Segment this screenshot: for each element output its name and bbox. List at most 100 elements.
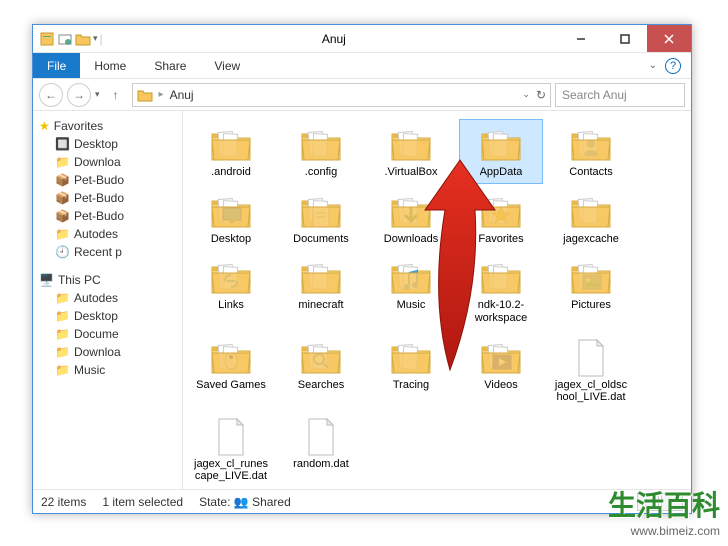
folder-item[interactable]: Desktop [189, 186, 273, 251]
folder-item[interactable]: ndk-10.2-workspace [459, 252, 543, 329]
folder-item[interactable]: minecraft [279, 252, 363, 329]
folder-icon [387, 337, 435, 379]
ribbon-expand-icon[interactable]: ⌄ [649, 60, 657, 71]
breadcrumb[interactable]: Anuj [170, 88, 194, 102]
file-tab[interactable]: File [33, 53, 80, 78]
navigation-pane[interactable]: ★ Favorites 🔲Desktop 📁Downloa 📦Pet-Budo … [33, 111, 183, 489]
folder-item[interactable]: Tracing [369, 332, 453, 409]
folder-item[interactable]: Music [369, 252, 453, 329]
folder-item[interactable]: Links [189, 252, 273, 329]
file-item[interactable]: random.dat [279, 411, 363, 488]
folder-item[interactable]: Saved Games [189, 332, 273, 409]
help-icon[interactable]: ? [665, 58, 681, 74]
share-tab[interactable]: Share [140, 53, 200, 78]
properties-icon[interactable] [39, 31, 55, 47]
sidebar-item[interactable]: 📦Pet-Budo [33, 207, 182, 225]
folder-item[interactable]: .VirtualBox [369, 119, 453, 184]
folder-item[interactable]: Pictures [549, 252, 633, 329]
folder-item[interactable]: jagexcache [549, 186, 633, 251]
item-label: AppData [480, 166, 523, 179]
sidebar-item-recent[interactable]: 🕘Recent p [33, 243, 182, 261]
file-item[interactable]: jagex_cl_runescape_LIVE.dat [189, 411, 273, 488]
sidebar-item[interactable]: 📁Autodes [33, 225, 182, 243]
new-folder-icon[interactable] [57, 31, 73, 47]
folder-icon [567, 257, 615, 299]
address-bar[interactable]: ▸ Anuj ⌄ ↻ [132, 83, 551, 107]
search-input[interactable]: Search Anuj [555, 83, 685, 107]
maximize-button[interactable] [603, 25, 647, 52]
folder-icon [207, 124, 255, 166]
folder-item[interactable]: Downloads [369, 186, 453, 251]
item-label: Contacts [569, 166, 612, 179]
item-label: jagexcache [563, 233, 619, 246]
sidebar-item[interactable]: 📁Docume [33, 325, 182, 343]
minimize-button[interactable] [559, 25, 603, 52]
folder-item[interactable]: Videos [459, 332, 543, 409]
quick-access-toolbar: ▾ | [33, 31, 109, 47]
watermark-text: 生活百科 [608, 484, 720, 524]
sidebar-item-downloads[interactable]: 📁Downloa [33, 153, 182, 171]
computer-icon: 🖥️ [39, 273, 54, 287]
item-label: .android [211, 166, 251, 179]
ribbon-tabs: File Home Share View ⌄ ? [33, 53, 691, 79]
file-list[interactable]: .android .config .VirtualBox AppData Contact… [183, 111, 691, 489]
sidebar-item-desktop[interactable]: 🔲Desktop [33, 135, 182, 153]
sidebar-item[interactable]: 📁Desktop [33, 307, 182, 325]
favorites-group: ★ Favorites 🔲Desktop 📁Downloa 📦Pet-Budo … [33, 117, 182, 261]
favorites-header[interactable]: ★ Favorites [33, 117, 182, 135]
folder-item[interactable]: Documents [279, 186, 363, 251]
item-label: Downloads [384, 233, 438, 246]
sidebar-item[interactable]: 📦Pet-Budo [33, 189, 182, 207]
sidebar-item[interactable]: 📁Music [33, 361, 182, 379]
history-dropdown-icon[interactable]: ▾ [95, 89, 100, 100]
folder-item[interactable]: .config [279, 119, 363, 184]
folder-icon [387, 191, 435, 233]
home-tab[interactable]: Home [80, 53, 140, 78]
sidebar-item[interactable]: 📦Pet-Budo [33, 171, 182, 189]
thispc-header[interactable]: 🖥️ This PC [33, 271, 182, 289]
item-label: Desktop [211, 233, 251, 246]
folder-icon [477, 337, 525, 379]
address-dropdown-icon[interactable]: ⌄ [522, 89, 530, 100]
item-label: Favorites [478, 233, 523, 246]
item-label: Music [397, 299, 426, 312]
thispc-group: 🖥️ This PC 📁Autodes 📁Desktop 📁Docume 📁Do… [33, 271, 182, 379]
folder-item[interactable]: .android [189, 119, 273, 184]
shared-icon: 👥 [234, 495, 249, 509]
selected-count: 1 item selected [102, 495, 183, 509]
item-label: .VirtualBox [385, 166, 438, 179]
sidebar-item[interactable]: 📁Autodes [33, 289, 182, 307]
navigation-bar: ← → ▾ ↑ ▸ Anuj ⌄ ↻ Search Anuj [33, 79, 691, 111]
view-tab[interactable]: View [200, 53, 254, 78]
body: ★ Favorites 🔲Desktop 📁Downloa 📦Pet-Budo … [33, 111, 691, 489]
item-label: Documents [293, 233, 349, 246]
refresh-icon[interactable]: ↻ [536, 88, 546, 102]
close-button[interactable] [647, 25, 691, 52]
state-label: State: 👥 Shared [199, 495, 291, 509]
folder-icon [387, 124, 435, 166]
folder-item[interactable]: AppData [459, 119, 543, 184]
back-button[interactable]: ← [39, 83, 63, 107]
sidebar-item[interactable]: 📁Downloa [33, 343, 182, 361]
item-label: Videos [484, 379, 517, 392]
window-controls [559, 25, 691, 52]
file-item[interactable]: jagex_cl_oldschool_LIVE.dat [549, 332, 633, 409]
titlebar: ▾ | Anuj [33, 25, 691, 53]
watermark: 生活百科 www.bimeiz.com [608, 484, 720, 538]
folder-item[interactable]: Searches [279, 332, 363, 409]
qat-dropdown-icon[interactable]: ▾ [93, 33, 98, 44]
folder-icon [207, 257, 255, 299]
folder-icon [297, 337, 345, 379]
file-icon [207, 416, 255, 458]
up-button[interactable]: ↑ [104, 83, 128, 107]
folder-icon [297, 124, 345, 166]
window-title: Anuj [109, 32, 559, 46]
folder-item[interactable]: Favorites [459, 186, 543, 251]
item-label: Pictures [571, 299, 611, 312]
item-label: jagex_cl_runescape_LIVE.dat [192, 458, 270, 483]
folder-icon[interactable] [75, 31, 91, 47]
breadcrumb-separator-icon[interactable]: ▸ [159, 89, 164, 100]
forward-button[interactable]: → [67, 83, 91, 107]
folder-item[interactable]: Contacts [549, 119, 633, 184]
folder-icon [387, 257, 435, 299]
